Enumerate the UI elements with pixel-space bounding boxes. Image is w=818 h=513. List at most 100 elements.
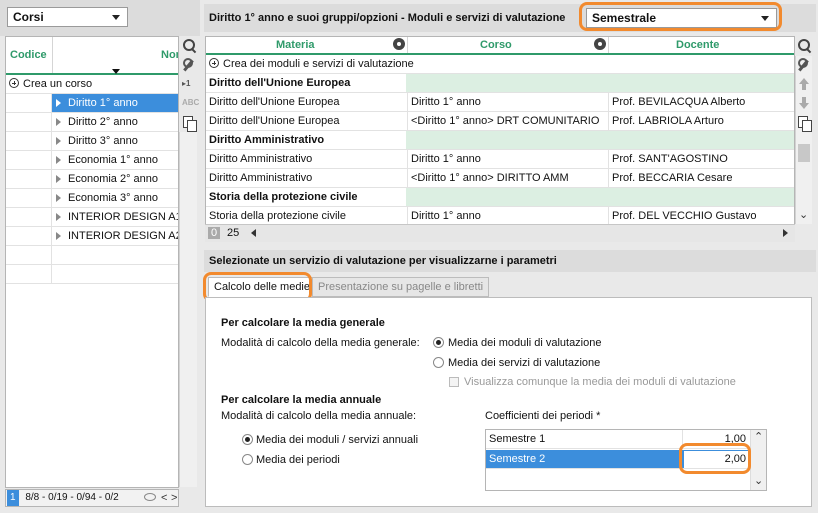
course-item[interactable]: Diritto 3° anno bbox=[6, 132, 178, 151]
create-service-label: Crea dei moduli e servizi di valutazione bbox=[223, 58, 414, 70]
subject-group-label: Storia della protezione civile bbox=[206, 188, 406, 206]
tab-presentazione[interactable]: Presentazione su pagelle e libretti bbox=[312, 277, 490, 297]
scroll-right-icon[interactable] bbox=[783, 229, 788, 237]
empty-row bbox=[6, 246, 178, 265]
expand-triangle-icon[interactable] bbox=[56, 213, 61, 221]
service-row[interactable]: Diritto dell'Unione Europea Diritto 1° an… bbox=[206, 93, 794, 112]
column-header-code[interactable]: Codice bbox=[10, 49, 47, 61]
annual-average-label: Modalità di calcolo della media annuale: bbox=[221, 410, 417, 422]
scroll-left-icon[interactable] bbox=[251, 229, 256, 237]
plus-circle-icon bbox=[9, 78, 19, 88]
course-item[interactable]: Economia 1° anno bbox=[6, 151, 178, 170]
service-row[interactable]: Diritto Amministrativo <Diritto 1° anno> … bbox=[206, 169, 794, 188]
cell-materia: Diritto Amministrativo bbox=[206, 169, 408, 187]
copy-icon[interactable] bbox=[180, 113, 198, 132]
period-name: Semestre 1 bbox=[489, 433, 546, 445]
radio-general-modules[interactable] bbox=[433, 337, 444, 348]
cell-materia: Storia della protezione civile bbox=[206, 207, 408, 225]
course-code-cell bbox=[6, 227, 52, 245]
gear-icon[interactable] bbox=[594, 38, 606, 50]
course-code-cell bbox=[6, 132, 52, 150]
radio-annual-periods[interactable] bbox=[242, 454, 253, 465]
chevron-down-icon[interactable]: ⌄ bbox=[799, 208, 808, 221]
copy-icon[interactable] bbox=[795, 113, 813, 132]
column-header-materia[interactable]: Materia bbox=[276, 39, 315, 51]
course-item[interactable]: Economia 2° anno bbox=[6, 170, 178, 189]
course-item[interactable]: Diritto 2° anno bbox=[6, 113, 178, 132]
averages-panel: Per calcolare la media generale Modalità… bbox=[205, 297, 812, 507]
course-name: Diritto 1° anno bbox=[68, 97, 138, 109]
chevron-down-icon bbox=[109, 12, 123, 23]
course-code-cell bbox=[6, 94, 52, 112]
show-modules-average-checkbox[interactable] bbox=[449, 377, 459, 387]
grid-scroll-thumb[interactable] bbox=[798, 144, 810, 162]
left-toolbar: Corsi bbox=[0, 0, 200, 36]
expand-triangle-icon[interactable] bbox=[56, 232, 61, 240]
sort-desc-icon bbox=[112, 69, 120, 74]
subject-group-row[interactable]: Diritto dell'Unione Europea bbox=[206, 74, 794, 93]
subject-group-row[interactable]: Diritto Amministrativo bbox=[206, 131, 794, 150]
period-name: Semestre 2 bbox=[489, 453, 546, 465]
chevron-right-icon[interactable]: > bbox=[171, 490, 177, 506]
service-row[interactable]: Diritto dell'Unione Europea <Diritto 1° a… bbox=[206, 112, 794, 131]
cell-docente: Prof. DEL VECCHIO Gustavo bbox=[612, 210, 757, 222]
expand-triangle-icon[interactable] bbox=[56, 156, 61, 164]
service-row[interactable]: Diritto Amministrativo Diritto 1° anno Pro… bbox=[206, 150, 794, 169]
expand-triangle-icon[interactable] bbox=[56, 118, 61, 126]
gear-icon[interactable] bbox=[393, 38, 405, 50]
radio-annual-periods-label: Media dei periodi bbox=[256, 454, 340, 466]
move-up-icon[interactable] bbox=[795, 75, 813, 93]
course-name: INTERIOR DESIGN A2 bbox=[68, 230, 179, 242]
course-item[interactable]: INTERIOR DESIGN A2 bbox=[6, 227, 178, 246]
column-header-corso[interactable]: Corso bbox=[480, 39, 512, 51]
radio-general-services[interactable] bbox=[433, 357, 444, 368]
entity-selector[interactable]: Corsi bbox=[7, 7, 128, 27]
expand-triangle-icon[interactable] bbox=[56, 99, 61, 107]
cell-docente: Prof. LABRIOLA Arturo bbox=[612, 115, 724, 127]
cell-corso: Diritto 1° anno bbox=[408, 93, 609, 111]
create-course-row[interactable]: Crea un corso bbox=[6, 75, 178, 94]
chevron-up-icon[interactable]: ⌃ bbox=[754, 430, 763, 443]
course-name: Economia 1° anno bbox=[68, 154, 159, 166]
wrench-icon[interactable] bbox=[180, 56, 198, 74]
expand-triangle-icon[interactable] bbox=[56, 194, 61, 202]
course-item[interactable]: Diritto 1° anno bbox=[6, 94, 178, 113]
expand-triangle-icon[interactable] bbox=[56, 137, 61, 145]
course-name: Economia 2° anno bbox=[68, 173, 159, 185]
eye-icon[interactable] bbox=[144, 493, 156, 501]
course-list: Codice Nom Crea un corso Diritto 1° anno… bbox=[5, 36, 179, 488]
details-title: Selezionate un servizio di valutazione p… bbox=[209, 255, 557, 267]
course-name: INTERIOR DESIGN A1 bbox=[68, 211, 179, 223]
search-icon[interactable] bbox=[180, 37, 198, 55]
course-item[interactable]: INTERIOR DESIGN A1 bbox=[6, 208, 178, 227]
course-name: Diritto 2° anno bbox=[68, 116, 138, 128]
services-grid: Materia Corso Docente Crea dei moduli e … bbox=[205, 36, 795, 242]
move-down-icon[interactable] bbox=[795, 94, 813, 112]
column-header-docente[interactable]: Docente bbox=[676, 39, 719, 51]
cell-docente: Prof. BECCARIA Cesare bbox=[612, 172, 733, 184]
page-indicator[interactable]: 1 bbox=[7, 490, 19, 506]
search-icon[interactable] bbox=[795, 37, 813, 55]
chevron-down-icon[interactable]: ⌄ bbox=[754, 474, 763, 487]
cell-materia: Diritto Amministrativo bbox=[206, 150, 408, 168]
left-scrollbar[interactable] bbox=[179, 132, 197, 487]
expand-triangle-icon[interactable] bbox=[56, 175, 61, 183]
course-code-cell bbox=[6, 208, 52, 226]
create-service-row[interactable]: Crea dei moduli e servizi di valutazione bbox=[206, 55, 794, 74]
course-item[interactable]: Economia 3° anno bbox=[6, 189, 178, 208]
radio-general-modules-label: Media dei moduli di valutazione bbox=[448, 337, 602, 349]
radio-annual-modules[interactable] bbox=[242, 434, 253, 445]
course-code-cell bbox=[6, 113, 52, 131]
abc-sort-icon[interactable]: ABC bbox=[180, 94, 199, 112]
grid-footer-count-b: 25 bbox=[227, 227, 240, 239]
move-first-icon[interactable]: ▸1 bbox=[180, 75, 198, 93]
subject-group-row[interactable]: Storia della protezione civile bbox=[206, 188, 794, 207]
entity-selector-value: Corsi bbox=[13, 10, 44, 24]
subject-group-label: Diritto Amministrativo bbox=[206, 131, 406, 149]
column-header-name[interactable]: Nom bbox=[161, 49, 178, 61]
highlight-period-selector bbox=[579, 2, 782, 31]
wrench-icon[interactable] bbox=[795, 56, 813, 74]
cell-materia: Diritto dell'Unione Europea bbox=[206, 112, 408, 130]
chevron-left-icon[interactable]: < bbox=[161, 490, 167, 506]
period-table-scrollbar[interactable]: ⌃ ⌄ bbox=[750, 430, 766, 490]
